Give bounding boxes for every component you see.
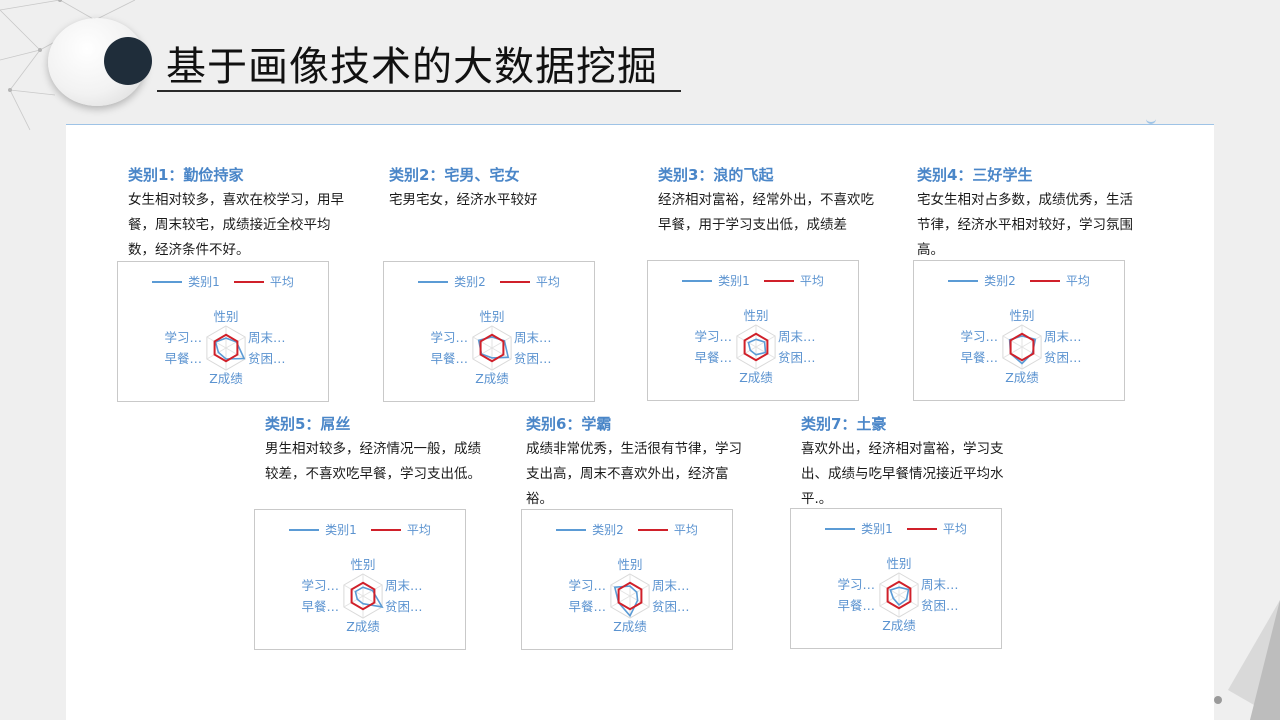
radar-axis-label: 学习… (430, 330, 468, 345)
radar-chart: 类别1 平均 性别 周末… 贫困… Z成绩 早餐… 学习… (254, 509, 466, 650)
radar-axis-label: 学习… (568, 578, 606, 593)
category-desc: 宅男宅女，经济水平较好 (389, 192, 538, 208)
radar-spoke (736, 335, 757, 348)
radar-axis-label: 周末… (652, 578, 690, 593)
radar-axis-label: 学习… (694, 329, 732, 344)
category-desc: 宅女生相对占多数，成绩优秀，生活节律，经济水平相对较好，学习氛围高。 (917, 192, 1133, 258)
category-desc: 女生相对较多，喜欢在校学习，用早餐，周末较宅，成绩接近全校平均数，经济条件不好。 (128, 192, 344, 258)
radar-spoke (629, 595, 650, 608)
category-desc: 经济相对富裕，经常外出，不喜欢吃早餐，用于学习支出低，成绩差 (658, 192, 874, 233)
radar-axis-label: 贫困… (921, 598, 959, 613)
radar-axis-label: 周末… (778, 329, 816, 344)
page-title: 基于画像技术的大数据挖掘 (166, 44, 658, 90)
radar-axis-label: Z成绩 (346, 619, 380, 634)
radar-chart: 类别1 平均 性别 周末… 贫困… Z成绩 早餐… 学习… (790, 508, 1002, 649)
category-title: 类别2：宅男、宅女 (389, 166, 520, 184)
category-desc: 男生相对较多，经济情况一般，成绩较差，不喜欢吃早餐，学习支出低。 (265, 441, 481, 482)
radar-chart: 类别2 平均 性别 周末… 贫困… Z成绩 早餐… 学习… (521, 509, 733, 650)
radar-spoke (343, 584, 364, 597)
radar-chart: 类别1 平均 性别 周末… 贫困… Z成绩 早餐… 学习… (117, 261, 329, 402)
radar-axis-label: Z成绩 (475, 371, 509, 386)
radar-axis-label: 周末… (385, 578, 423, 593)
radar-spoke (629, 584, 650, 597)
radar-axis-label: 性别 (1009, 308, 1035, 323)
radar-axis-label: 贫困… (652, 599, 690, 614)
radar-series-line (354, 586, 384, 609)
radar-axis-label: 早餐… (301, 599, 339, 614)
radar-axis-label: 早餐… (960, 350, 998, 365)
title-dot (104, 37, 152, 85)
radar-axis-label: 贫困… (385, 599, 423, 614)
radar-axis-label: 早餐… (568, 599, 606, 614)
radar-axis-label: 早餐… (430, 351, 468, 366)
radar-axis-label: 性别 (479, 309, 505, 324)
category-desc: 喜欢外出，经济相对富裕，学习支出、成绩与吃早餐情况接近平均水平.。 (801, 441, 1004, 507)
panel-mark (1146, 116, 1156, 124)
radar-chart: 类别1 平均 性别 周末… 贫困… Z成绩 早餐… 学习… (647, 260, 859, 401)
radar-spoke (1021, 346, 1042, 359)
radar-chart: 类别2 平均 性别 周末… 贫困… Z成绩 早餐… 学习… (913, 260, 1125, 401)
radar-spoke (898, 594, 919, 607)
category-title: 类别4：三好学生 (917, 166, 1033, 184)
radar-axis-label: 学习… (960, 329, 998, 344)
radar-axis-label: 学习… (301, 578, 339, 593)
category-desc: 成绩非常优秀，生活很有节律，学习支出高，周末不喜欢外出，经济富裕。 (526, 441, 742, 507)
radar-axis-label: 周末… (248, 330, 286, 345)
radar-axis-label: 贫困… (778, 350, 816, 365)
radar-axis-label: 早餐… (694, 350, 732, 365)
radar-axis-label: Z成绩 (1005, 370, 1039, 385)
radar-axis-label: 周末… (921, 577, 959, 592)
radar-axis-label: 早餐… (837, 598, 875, 613)
radar-axis-label: Z成绩 (613, 619, 647, 634)
radar-axis-label: 性别 (350, 557, 376, 572)
corner-decoration (1214, 600, 1280, 720)
radar-axis-label: 学习… (837, 577, 875, 592)
radar-axis-label: 学习… (164, 330, 202, 345)
category-title: 类别6：学霸 (526, 415, 612, 433)
category-title: 类别1：勤俭持家 (128, 166, 244, 184)
category-title: 类别5：屌丝 (265, 415, 351, 433)
radar-axis-label: Z成绩 (209, 371, 243, 386)
category-title: 类别7：土豪 (801, 415, 887, 433)
title-underline (157, 90, 681, 92)
radar-axis-label: 早餐… (164, 351, 202, 366)
radar-axis-label: 性别 (213, 309, 239, 324)
radar-axis-label: 性别 (617, 557, 643, 572)
radar-axis-label: Z成绩 (739, 370, 773, 385)
radar-chart: 类别2 平均 性别 周末… 贫困… Z成绩 早餐… 学习… (383, 261, 595, 402)
radar-axis-label: 性别 (743, 308, 769, 323)
radar-axis-label: 周末… (514, 330, 552, 345)
radar-axis-label: 贫困… (1044, 350, 1082, 365)
category-title: 类别3：浪的飞起 (658, 166, 774, 184)
radar-axis-label: 周末… (1044, 329, 1082, 344)
radar-axis-label: 贫困… (248, 351, 286, 366)
radar-axis-label: Z成绩 (882, 618, 916, 633)
radar-spoke (1002, 346, 1023, 359)
radar-axis-label: 性别 (886, 556, 912, 571)
radar-axis-label: 贫困… (514, 351, 552, 366)
